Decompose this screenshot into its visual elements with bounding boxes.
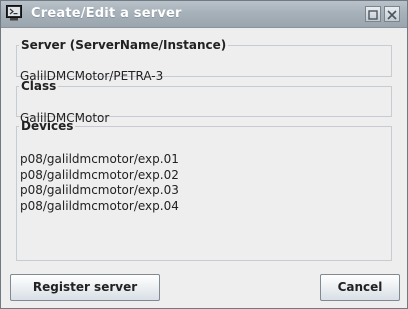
class-group: Class GalilDMCMotor [16, 79, 392, 125]
device-item[interactable]: p08/galildmcmotor/exp.01 [20, 152, 179, 168]
close-icon [387, 10, 397, 20]
close-button[interactable] [384, 6, 400, 22]
server-group-label: Server (ServerName/Instance) [21, 38, 227, 52]
class-group-label: Class [21, 79, 57, 93]
device-item[interactable]: p08/galildmcmotor/exp.03 [20, 183, 179, 199]
maximize-button[interactable] [365, 6, 381, 22]
devices-list[interactable]: p08/galildmcmotor/exp.01 p08/galildmcmot… [20, 152, 179, 214]
devices-group: Devices p08/galildmcmotor/exp.01 p08/gal… [16, 120, 392, 261]
cancel-button[interactable]: Cancel [320, 274, 400, 301]
device-item[interactable]: p08/galildmcmotor/exp.04 [20, 199, 179, 215]
devices-group-label: Devices [21, 119, 74, 133]
terminal-app-icon[interactable] [6, 5, 22, 21]
dialog-window: Create/Edit a server Server (ServerName/… [0, 0, 408, 309]
device-item[interactable]: p08/galildmcmotor/exp.02 [20, 168, 179, 184]
maximize-icon [368, 10, 378, 20]
title-bar[interactable]: Create/Edit a server [1, 1, 407, 28]
server-group: Server (ServerName/Instance) GalilDMCMot… [16, 38, 392, 83]
window-title: Create/Edit a server [31, 6, 182, 21]
register-server-button[interactable]: Register server [10, 274, 160, 301]
